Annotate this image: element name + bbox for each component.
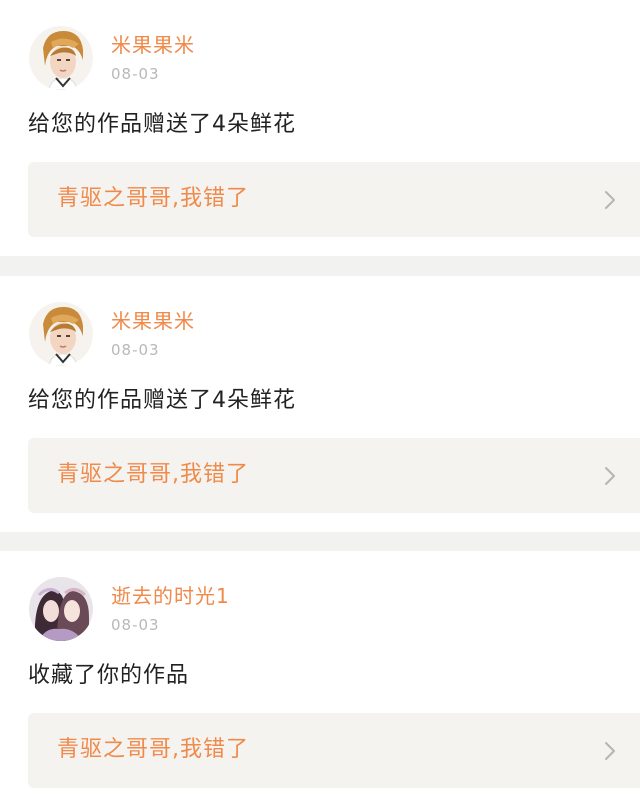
user-avatar[interactable] — [29, 302, 93, 366]
work-link[interactable]: 青驱之哥哥,我错了 — [28, 162, 640, 237]
user-avatar[interactable] — [29, 577, 93, 641]
timestamp: 08-03 — [111, 65, 160, 83]
work-title: 青驱之哥哥,我错了 — [57, 462, 249, 487]
timestamp: 08-03 — [111, 616, 160, 634]
username[interactable]: 米果果米 — [111, 308, 195, 334]
avatar-couple-icon — [29, 577, 93, 641]
notification-feed: 米果果米 08-03 给您的作品赠送了4朵鲜花 青驱之哥哥,我错了 米果果米 0… — [0, 0, 640, 797]
card-separator — [0, 256, 640, 276]
notification-message: 给您的作品赠送了4朵鲜花 — [28, 388, 296, 413]
work-title: 青驱之哥哥,我错了 — [57, 737, 249, 762]
avatar-orange-hair-icon — [29, 26, 93, 90]
card-separator — [0, 532, 640, 551]
work-link[interactable]: 青驱之哥哥,我错了 — [28, 713, 640, 788]
notification-card: 米果果米 08-03 给您的作品赠送了4朵鲜花 青驱之哥哥,我错了 — [0, 0, 640, 256]
notification-card: 逝去的时光1 08-03 收藏了你的作品 青驱之哥哥,我错了 — [0, 551, 640, 797]
notification-card: 米果果米 08-03 给您的作品赠送了4朵鲜花 青驱之哥哥,我错了 — [0, 276, 640, 532]
username[interactable]: 米果果米 — [111, 32, 195, 58]
username[interactable]: 逝去的时光1 — [111, 583, 230, 609]
chevron-right-icon — [605, 742, 615, 760]
chevron-right-icon — [605, 467, 615, 485]
user-avatar[interactable] — [29, 26, 93, 90]
notification-message: 给您的作品赠送了4朵鲜花 — [28, 112, 296, 137]
chevron-right-icon — [605, 191, 615, 209]
notification-message: 收藏了你的作品 — [28, 663, 190, 688]
work-link[interactable]: 青驱之哥哥,我错了 — [28, 438, 640, 513]
timestamp: 08-03 — [111, 341, 160, 359]
avatar-orange-hair-icon — [29, 302, 93, 366]
work-title: 青驱之哥哥,我错了 — [57, 186, 249, 211]
